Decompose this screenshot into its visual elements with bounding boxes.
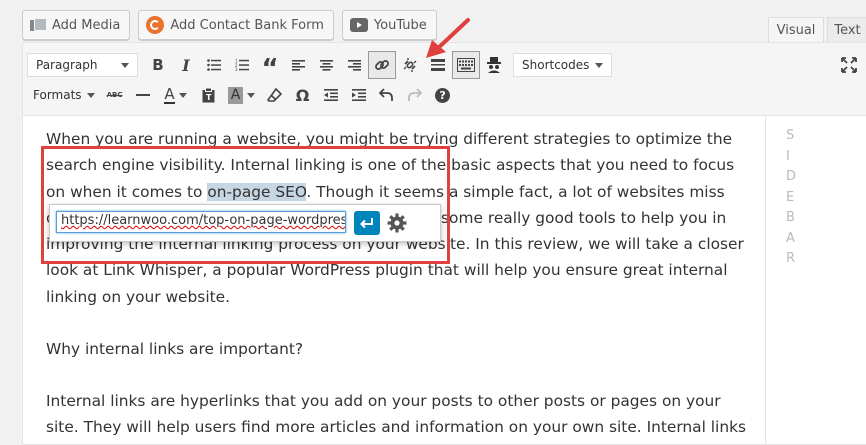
heading-why-internal-links: Why internal links are important? (46, 340, 304, 358)
chevron-down-icon (247, 92, 256, 98)
fullscreen-icon[interactable] (841, 57, 857, 73)
undo-icon (379, 88, 393, 101)
strikethrough-icon: ABC (106, 91, 123, 99)
add-media-button[interactable]: Add Media (22, 10, 131, 40)
align-left-icon (291, 59, 305, 71)
undo-button[interactable] (373, 81, 401, 109)
align-right-button[interactable] (340, 51, 368, 79)
redo-icon (408, 88, 423, 101)
align-left-button[interactable] (284, 51, 312, 79)
youtube-icon (349, 18, 368, 32)
numbered-list-button[interactable]: 123 (228, 51, 256, 79)
quote-icon: “ (261, 54, 279, 84)
numbered-list-icon: 123 (235, 59, 249, 71)
paragraph-internal-links: Internal links are hyperlinks that you a… (46, 392, 747, 437)
chevron-down-icon (86, 92, 95, 98)
tab-visual[interactable]: Visual (768, 17, 824, 43)
background-color-icon: A (227, 86, 244, 104)
formats-dropdown[interactable]: Formats (27, 81, 101, 109)
toolbar-row-2: Formats ABC A T A Ω ? (27, 80, 457, 110)
sidebar-placeholder: S I D E B A R (765, 116, 866, 444)
horizontal-line-icon (135, 94, 150, 96)
strikethrough-button[interactable]: ABC (101, 81, 129, 109)
outdent-button[interactable] (317, 81, 345, 109)
keyboard-icon (457, 58, 475, 72)
read-more-icon (431, 59, 445, 71)
bulleted-list-icon (207, 59, 221, 71)
link-icon (375, 60, 389, 70)
media-buttons-bar: Add Media Add Contact Bank Form YouTube (22, 10, 437, 40)
youtube-label: YouTube (373, 17, 427, 33)
highlight-annotation-box (41, 146, 450, 264)
insert-link-button[interactable] (368, 51, 396, 79)
svg-text:3: 3 (235, 67, 238, 71)
sidebar-letter: S (786, 128, 795, 143)
bold-icon: B (152, 56, 164, 74)
eraser-icon (267, 87, 283, 102)
blockquote-button[interactable]: “ (256, 51, 284, 84)
special-character-button[interactable]: Ω (289, 81, 317, 109)
spy-plugin-button[interactable] (480, 51, 508, 79)
horizontal-line-button[interactable] (129, 81, 157, 109)
media-icon (30, 18, 47, 32)
omega-icon: Ω (295, 85, 310, 105)
align-center-button[interactable] (312, 51, 340, 79)
bulleted-list-button[interactable] (200, 51, 228, 79)
add-media-label: Add Media (52, 17, 121, 33)
sidebar-letter: R (786, 251, 796, 266)
paste-text-button[interactable]: T (195, 81, 223, 109)
annotation-arrow-icon (426, 18, 470, 58)
sidebar-letter: D (786, 169, 797, 184)
help-button[interactable]: ? (429, 81, 457, 109)
formats-label: Formats (33, 88, 82, 102)
chevron-down-icon (121, 62, 129, 68)
italic-button[interactable]: I (172, 51, 200, 79)
clipboard-icon: T (202, 87, 215, 102)
help-icon: ? (435, 87, 451, 103)
add-contact-bank-form-label: Add Contact Bank Form (170, 17, 324, 33)
bold-button[interactable]: B (144, 51, 172, 79)
contact-bank-icon (146, 16, 165, 34)
sidebar-letter: A (786, 230, 795, 246)
italic-icon: I (182, 55, 190, 75)
spy-icon (487, 57, 501, 73)
indent-button[interactable] (345, 81, 373, 109)
sidebar-letter: I (786, 148, 790, 164)
toolbar-row-1: Paragraph B I 123 “ Shortcodes (27, 50, 612, 84)
shortcodes-select[interactable]: Shortcodes (513, 53, 612, 77)
svg-text:T: T (206, 93, 212, 102)
outdent-icon (323, 89, 338, 101)
unlink-icon (403, 58, 417, 72)
sidebar-letter: B (786, 210, 795, 225)
background-color-button[interactable]: A (223, 81, 261, 109)
text-color-button[interactable]: A (157, 81, 195, 109)
chevron-down-icon (595, 62, 603, 68)
add-contact-bank-form-button[interactable]: Add Contact Bank Form (138, 10, 334, 40)
align-center-icon (319, 59, 333, 71)
align-right-icon (347, 59, 361, 71)
shortcodes-value: Shortcodes (522, 58, 590, 72)
sidebar-letter: E (786, 189, 795, 205)
redo-button[interactable] (401, 81, 429, 109)
tab-text[interactable]: Text (827, 17, 866, 43)
paragraph-format-select[interactable]: Paragraph (27, 53, 138, 77)
chevron-down-icon (178, 92, 187, 98)
sidebar-letters: S I D E B A R (786, 126, 796, 270)
clear-formatting-button[interactable] (261, 81, 289, 109)
indent-icon (351, 89, 366, 101)
paragraph-format-value: Paragraph (36, 58, 98, 72)
text-color-icon: A (164, 84, 175, 104)
